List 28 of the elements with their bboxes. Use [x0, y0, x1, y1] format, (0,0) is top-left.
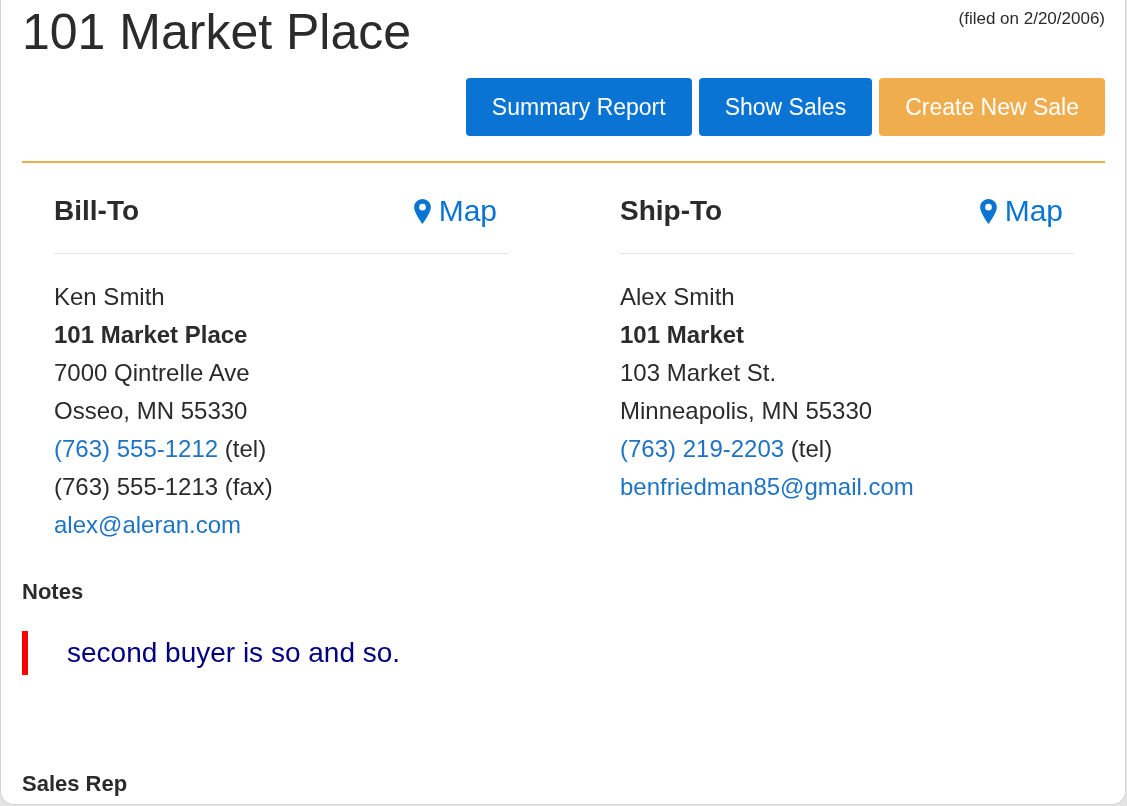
note-quote: second buyer is so and so. — [22, 631, 401, 675]
email-link[interactable]: benfriedman85@gmail.com — [620, 473, 914, 500]
page-title: 101 Market Place — [22, 3, 412, 62]
notes-heading: Notes — [22, 578, 84, 606]
map-link[interactable]: Map — [413, 194, 497, 228]
map-link[interactable]: Map — [979, 194, 1063, 228]
email-link[interactable]: alex@aleran.com — [54, 511, 242, 538]
address-line: Osseo, MN 55330 — [54, 397, 248, 424]
address-line: 7000 Qintrelle Ave — [54, 359, 250, 386]
action-button[interactable]: Show Sales — [698, 78, 873, 136]
filed-date: (filed on 2/20/2006) — [958, 9, 1105, 29]
address-line: 103 Market St. — [620, 359, 777, 386]
phone-label: (tel) — [790, 435, 833, 462]
phone-label: (tel) — [224, 435, 267, 462]
company-name: 101 Market — [620, 321, 745, 348]
phone-link[interactable]: (763) 219-2203 — [620, 435, 785, 462]
address-line: Ken Smith — [54, 283, 165, 310]
section-heading: Bill-To — [54, 195, 139, 227]
sales-rep-heading: Sales Rep — [22, 770, 128, 798]
map-pin-icon — [979, 198, 997, 224]
map-pin-icon — [413, 198, 431, 224]
action-button[interactable]: Summary Report — [465, 78, 692, 136]
address-line: Minneapolis, MN 55330 — [620, 397, 873, 424]
company-name: 101 Market Place — [54, 321, 248, 348]
section-heading: Ship-To — [620, 195, 723, 227]
address-line: Alex Smith — [620, 283, 735, 310]
phone-link[interactable]: (763) 555-1212 — [54, 435, 219, 462]
address-line: (763) 555-1213 (fax) — [54, 473, 273, 500]
